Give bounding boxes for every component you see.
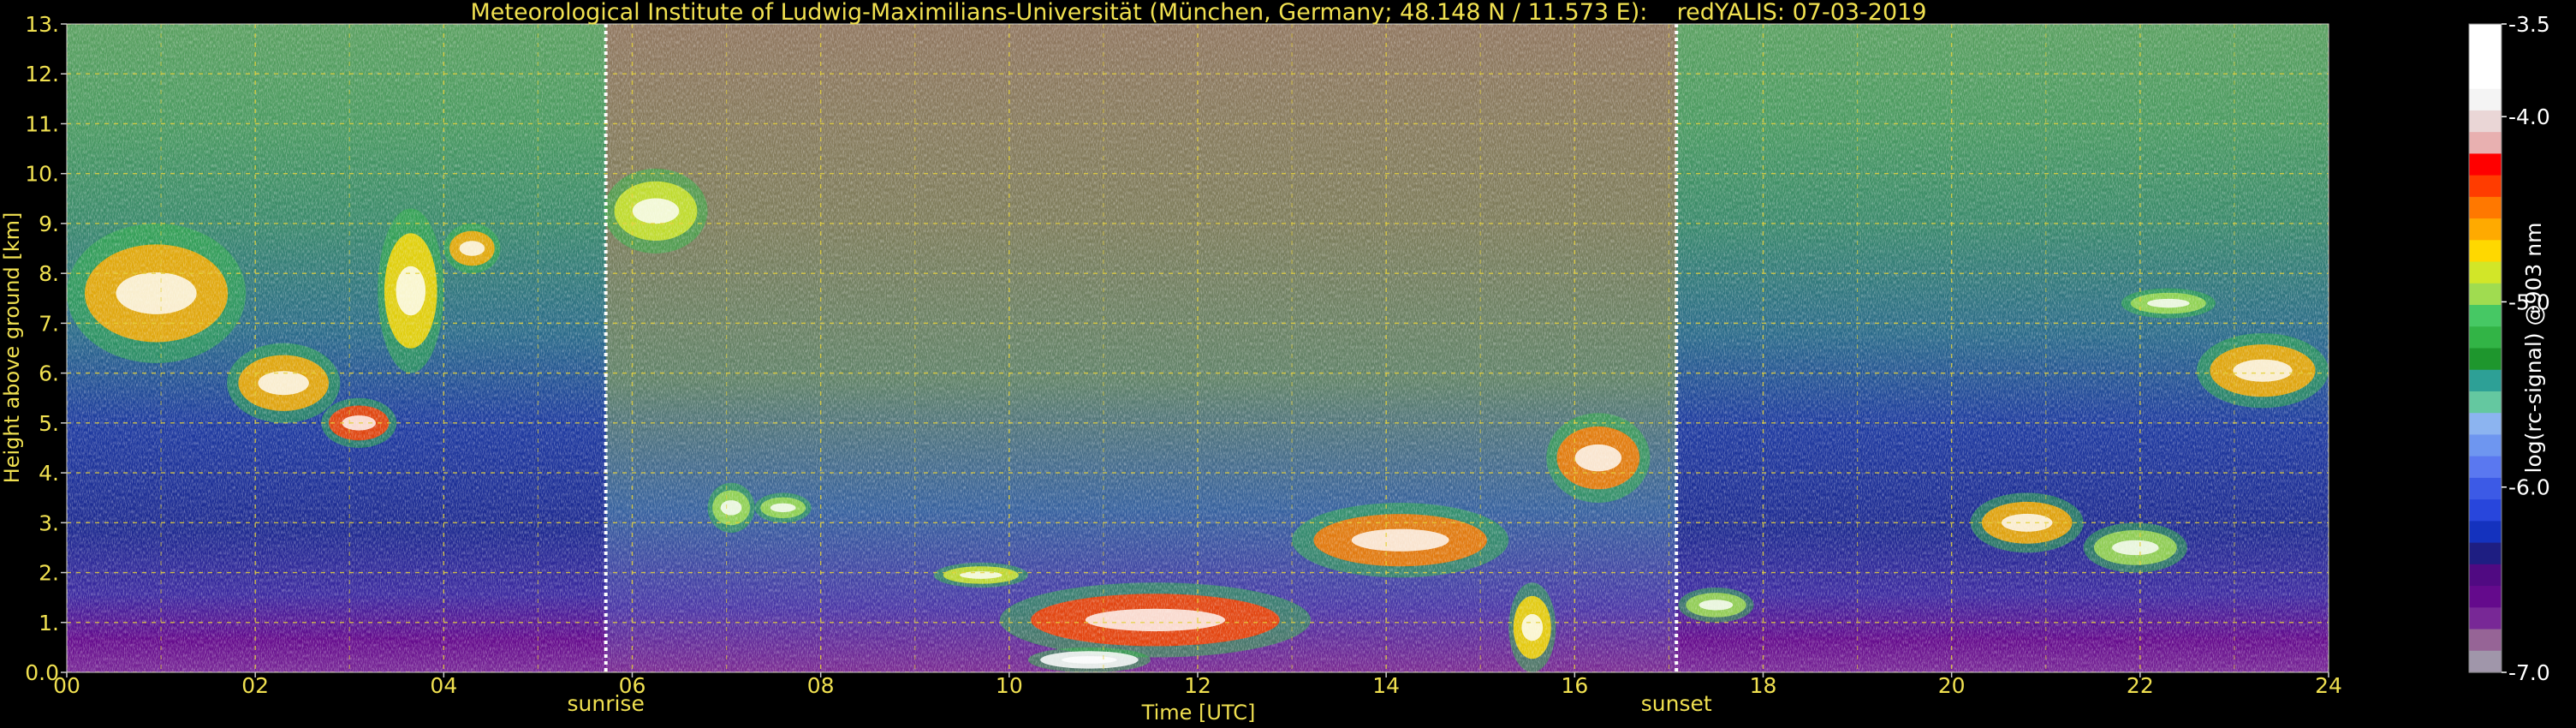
x-tick-label: 18: [1750, 673, 1777, 698]
x-tick-label: 00: [53, 673, 80, 698]
colorbar-segment: [2469, 456, 2502, 479]
x-tick-label: 14: [1372, 673, 1400, 698]
colorbar-segment: [2469, 326, 2502, 349]
y-tick-label: 10.: [25, 162, 59, 187]
colorbar-segment: [2469, 586, 2502, 608]
sun-labels: sunrise sunset: [567, 691, 1711, 716]
y-axis-label: Height above ground [km]: [0, 212, 24, 484]
colorbar-segment: [2469, 391, 2502, 414]
colorbar-segment: [2469, 629, 2502, 652]
x-axis-label: Time [UTC]: [1141, 701, 1256, 725]
colorbar-tick-label: -6.0: [2508, 475, 2550, 500]
lidar-chart: 0.01.2.3.4.5.6.7.8.9.10.11.12.13. 00 02 04…: [0, 0, 2550, 725]
colorbar-segment: [2469, 521, 2502, 544]
y-tick-label: 12.: [25, 62, 59, 87]
x-tick-label: 16: [1561, 673, 1588, 698]
colorbar: [2468, 23, 2502, 673]
colorbar-segment: [2469, 542, 2502, 565]
sun-label: sunrise: [567, 691, 644, 716]
colorbar-tick-label: -4.0: [2508, 104, 2550, 129]
colorbar-segment: [2469, 434, 2502, 457]
x-tick-label: 12: [1184, 673, 1211, 698]
colorbar-segment: [2469, 175, 2502, 198]
sun-label: sunset: [1641, 691, 1712, 716]
colorbar-segment: [2469, 564, 2502, 587]
colorbar-segment: [2469, 110, 2502, 133]
y-tick-label: 11.: [25, 111, 59, 136]
colorbar-segment: [2469, 218, 2502, 241]
x-tick-label: 04: [430, 673, 457, 698]
colorbar-segment: [2469, 261, 2502, 284]
plot-area: [67, 24, 2329, 672]
y-tick-label: 9.: [39, 212, 59, 236]
x-tick-label: 10: [996, 673, 1023, 698]
colorbar-segment: [2469, 348, 2502, 371]
colorbar-segment: [2469, 67, 2502, 90]
y-tick-label: 4.: [39, 461, 59, 486]
colorbar-segment: [2469, 283, 2502, 306]
x-tick-label: 08: [807, 673, 835, 698]
y-tick-label: 2.: [39, 561, 59, 586]
y-axis-ticks: 0.01.2.3.4.5.6.7.8.9.10.11.12.13.: [25, 12, 67, 685]
colorbar-tick-label: -7.0: [2508, 660, 2550, 685]
y-tick-label: 5.: [39, 411, 59, 436]
colorbar-segment: [2469, 88, 2502, 111]
x-tick-label: 20: [1938, 673, 1966, 698]
y-tick-label: 8.: [39, 261, 59, 286]
colorbar-segment: [2469, 24, 2502, 46]
colorbar-segment: [2469, 477, 2502, 500]
colorbar-segment: [2469, 132, 2502, 154]
colorbar-tick-label: -3.5: [2508, 12, 2550, 37]
x-tick-label: 22: [2127, 673, 2154, 698]
colorbar-segment: [2469, 153, 2502, 176]
y-tick-label: 1.: [39, 611, 59, 636]
colorbar-segment: [2469, 499, 2502, 522]
colorbar-segment: [2469, 305, 2502, 327]
colorbar-segment: [2469, 607, 2502, 630]
colorbar-segment: [2469, 196, 2502, 219]
x-axis-ticks: 00 02 04 06 08 10 12 14 16 18 20 22 24: [53, 672, 2342, 698]
y-tick-label: 6.: [39, 361, 59, 386]
x-tick-label: 24: [2315, 673, 2342, 698]
colorbar-segment: [2469, 369, 2502, 392]
y-tick-label: 13.: [25, 12, 59, 37]
y-tick-label: 7.: [39, 311, 59, 336]
colorbar-segment: [2469, 413, 2502, 436]
y-tick-label: 3.: [39, 510, 59, 535]
colorbar-segment: [2469, 45, 2502, 69]
x-tick-label: 02: [241, 673, 269, 698]
chart-title: Meteorological Institute of Ludwig-Maxim…: [470, 0, 1926, 26]
colorbar-segment: [2469, 240, 2502, 263]
colorbar-label: log(rc-signal) @903 nm: [2521, 223, 2546, 474]
colorbar-segment: [2469, 650, 2502, 673]
